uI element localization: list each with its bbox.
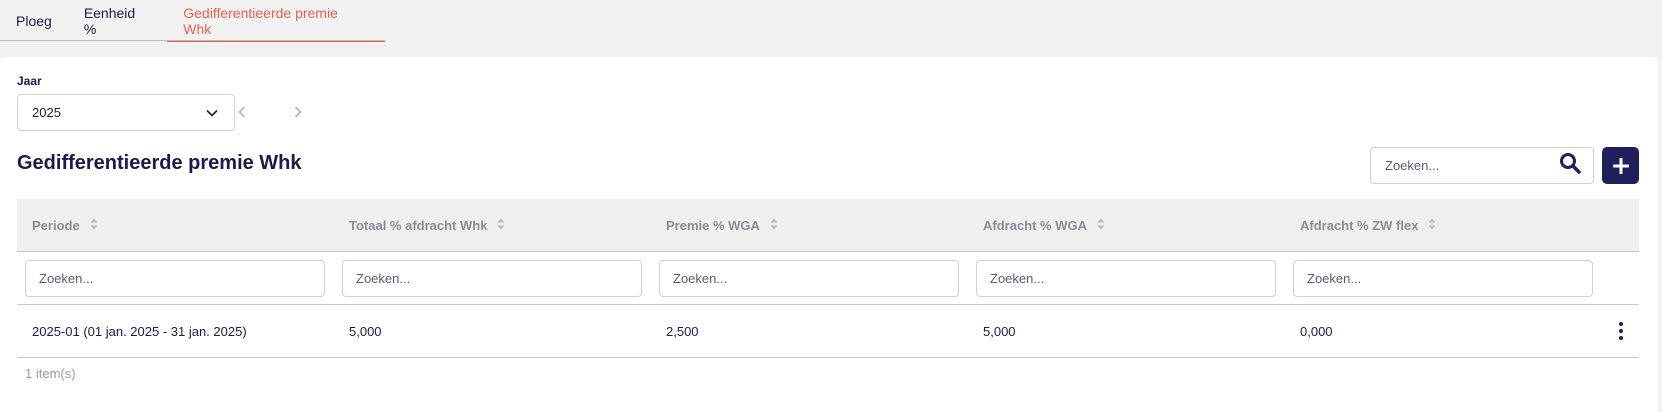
filter-row xyxy=(17,252,1639,305)
filter-input-premie-wga[interactable] xyxy=(659,259,959,297)
page-title: Gedifferentieerde premie Whk xyxy=(17,152,302,174)
filter-input-afdracht-wga[interactable] xyxy=(976,259,1276,297)
search-icon[interactable] xyxy=(1559,152,1581,179)
filter-cell xyxy=(968,259,1285,297)
column-header-afdracht-wga[interactable]: Afdracht % WGA xyxy=(968,218,1285,233)
column-header-afdracht-zw-flex[interactable]: Afdracht % ZW flex xyxy=(1285,218,1602,233)
tab-eenheid[interactable]: Eenheid % xyxy=(68,0,167,41)
sort-icon xyxy=(1097,218,1105,233)
filter-cell xyxy=(334,259,651,297)
tab-gedifferentieerde-premie-whk[interactable]: Gedifferentieerde premie Whk xyxy=(167,0,385,42)
filter-input-totaal-afdracht-whk[interactable] xyxy=(342,259,642,297)
search-box xyxy=(1370,147,1594,184)
previous-year-button[interactable] xyxy=(231,101,253,123)
cell-afdracht-wga: 5,000 xyxy=(983,323,1016,339)
column-label: Totaal % afdracht Whk xyxy=(349,217,488,233)
year-select[interactable]: 2025 xyxy=(17,94,235,131)
filter-input-afdracht-zw-flex[interactable] xyxy=(1293,259,1593,297)
cell-totaal-afdracht-whk: 5,000 xyxy=(349,323,382,339)
search-input[interactable] xyxy=(1385,158,1545,173)
item-count: 1 item(s) xyxy=(25,366,76,381)
more-options-icon[interactable] xyxy=(1613,320,1629,342)
column-label: Afdracht % WGA xyxy=(983,217,1087,233)
column-label: Afdracht % ZW flex xyxy=(1300,217,1419,233)
column-label: Premie % WGA xyxy=(666,217,760,233)
sort-icon xyxy=(1428,218,1436,233)
year-label: Jaar xyxy=(17,74,42,88)
plus-icon xyxy=(1612,157,1629,174)
column-header-periode[interactable]: Periode xyxy=(17,218,334,233)
filter-input-periode[interactable] xyxy=(25,259,325,297)
tab-ploeg[interactable]: Ploeg xyxy=(0,0,68,41)
filter-cell xyxy=(17,259,334,297)
chevron-right-icon xyxy=(294,106,302,118)
next-year-button[interactable] xyxy=(287,101,309,123)
chevron-left-icon xyxy=(238,106,246,118)
sort-icon xyxy=(770,218,778,233)
cell-premie-wga: 2,500 xyxy=(666,323,699,339)
column-label: Periode xyxy=(32,217,80,233)
table-header: Periode Totaal % afdracht Whk Premie % W… xyxy=(17,199,1639,252)
sort-icon xyxy=(497,218,505,233)
cell-periode: 2025-01 (01 jan. 2025 - 31 jan. 2025) xyxy=(32,323,247,339)
chevron-down-icon xyxy=(206,105,218,120)
year-select-value: 2025 xyxy=(32,105,61,120)
column-header-premie-wga[interactable]: Premie % WGA xyxy=(651,218,968,233)
tab-bar: Ploeg Eenheid % Gedifferentieerde premie… xyxy=(0,0,385,42)
column-header-totaal-afdracht-whk[interactable]: Totaal % afdracht Whk xyxy=(334,218,651,233)
filter-cell xyxy=(651,259,968,297)
sort-icon xyxy=(90,218,98,233)
filter-cell xyxy=(1285,259,1602,297)
content-card: Jaar 2025 Gedifferentieerde premie Whk P… xyxy=(0,57,1658,412)
add-button[interactable] xyxy=(1602,147,1639,184)
cell-afdracht-zw-flex: 0,000 xyxy=(1300,323,1333,339)
table-row[interactable]: 2025-01 (01 jan. 2025 - 31 jan. 2025) 5,… xyxy=(17,305,1639,358)
data-table: Periode Totaal % afdracht Whk Premie % W… xyxy=(17,199,1639,358)
